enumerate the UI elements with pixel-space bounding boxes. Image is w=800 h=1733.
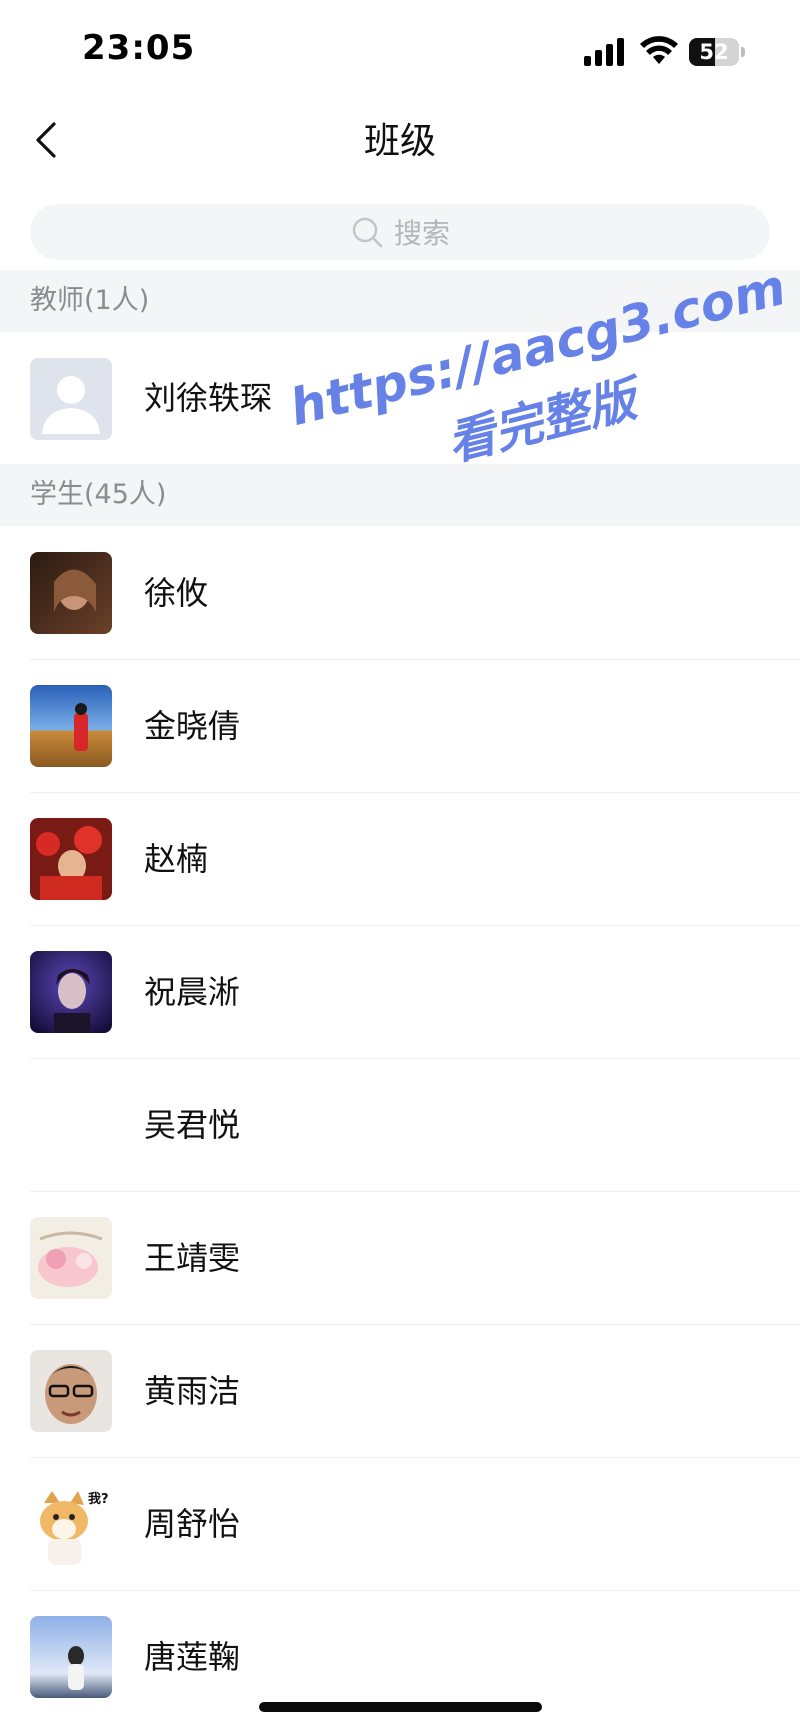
search-icon (352, 217, 383, 248)
member-name: 王靖雯 (144, 1239, 241, 1277)
page-title: 班级 (363, 121, 436, 162)
cat-sticker-text: 我? (88, 1491, 109, 1507)
status-bar: 23:05 52 (0, 0, 800, 100)
photo-avatar-image (30, 552, 112, 634)
wifi-icon (640, 36, 678, 64)
photo-avatar-image (30, 951, 112, 1033)
list-item-student[interactable]: 吴君悦 (0, 1059, 800, 1192)
avatar (30, 951, 112, 1033)
avatar (30, 1350, 112, 1432)
navigation-bar: 班级 (0, 100, 800, 190)
member-name: 吴君悦 (144, 1106, 241, 1144)
status-time: 23:05 (82, 28, 196, 68)
search-input[interactable]: 搜索 (30, 204, 770, 260)
member-name: 刘徐轶琛 (144, 379, 273, 417)
cartoon-avatar-image (30, 1217, 112, 1299)
list-item-student[interactable]: 金晓倩 (0, 660, 800, 793)
section-title-teachers: 教师(1人) (30, 285, 150, 316)
battery-percent: 52 (699, 40, 729, 64)
member-name: 黄雨洁 (144, 1372, 241, 1410)
list-item-student[interactable]: 徐攸 (0, 527, 800, 660)
list-item-student[interactable]: 王靖雯 (0, 1192, 800, 1325)
list-item-teacher[interactable]: 刘徐轶琛 (0, 332, 800, 464)
avatar (30, 685, 112, 767)
section-title-students: 学生(45人) (30, 479, 167, 510)
avatar (30, 818, 112, 900)
list-item-student[interactable]: 我? 周舒怡 (0, 1458, 800, 1591)
member-name: 徐攸 (144, 574, 209, 612)
section-header-students: 学生(45人) (0, 464, 800, 526)
member-name: 金晓倩 (144, 707, 241, 745)
avatar (30, 1084, 112, 1166)
list-item-student[interactable]: 赵楠 (0, 793, 800, 926)
class-members-screen: 23:05 52 班级 搜索 教师(1人) 刘徐轶琛 学生(45人) 徐攸 金晓… (0, 0, 800, 1733)
photo-avatar-image (30, 1350, 112, 1432)
list-item-student[interactable]: 祝晨淅 (0, 926, 800, 1059)
search-placeholder: 搜索 (393, 217, 450, 250)
default-person-icon (30, 358, 112, 440)
avatar (30, 1616, 112, 1698)
battery-icon: 52 (689, 38, 745, 66)
member-name: 唐莲鞠 (144, 1638, 241, 1676)
home-indicator[interactable] (259, 1702, 542, 1712)
cellular-signal-icon (584, 38, 624, 66)
avatar (30, 358, 112, 440)
photo-avatar-image (30, 818, 112, 900)
photo-avatar-image (30, 1616, 112, 1698)
cat-sticker-avatar-image: 我? (30, 1483, 112, 1565)
section-header-teachers: 教师(1人) (0, 270, 800, 332)
avatar (30, 552, 112, 634)
photo-avatar-image (30, 685, 112, 767)
member-name: 周舒怡 (144, 1505, 241, 1543)
member-name: 祝晨淅 (144, 973, 241, 1011)
member-name: 赵楠 (144, 840, 209, 878)
list-item-student[interactable]: 黄雨洁 (0, 1325, 800, 1458)
avatar (30, 1217, 112, 1299)
avatar: 我? (30, 1483, 112, 1565)
